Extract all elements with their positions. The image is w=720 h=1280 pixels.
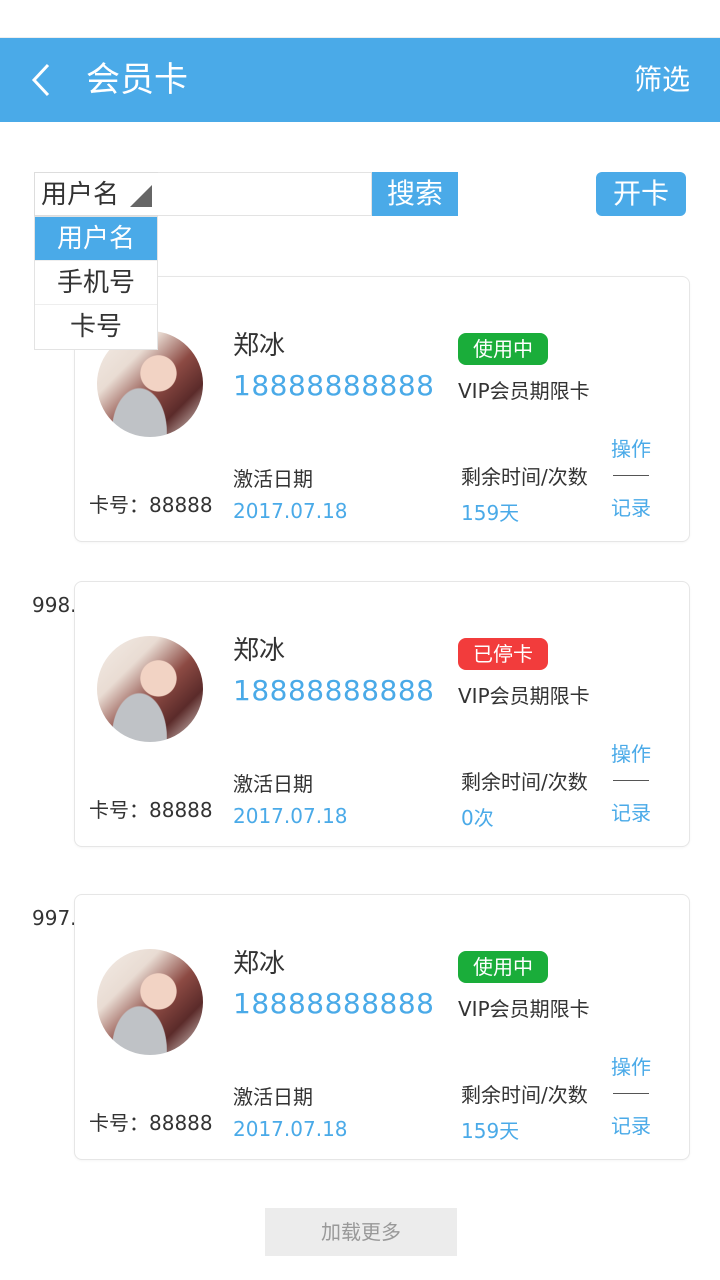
card-type: VIP会员期限卡 <box>458 379 590 403</box>
member-phone: 18888888888 <box>233 674 435 707</box>
load-more-button[interactable]: 加载更多 <box>265 1208 457 1256</box>
member-phone: 18888888888 <box>233 987 435 1020</box>
card-type: VIP会员期限卡 <box>458 684 590 708</box>
status-badge: 使用中 <box>458 951 548 983</box>
card-number: 卡号：88888 <box>89 798 213 822</box>
record-link[interactable]: 记录 <box>611 1110 651 1139</box>
remaining-label: 剩余时间/次数 <box>461 770 588 794</box>
back-button[interactable] <box>26 62 62 98</box>
record-link[interactable]: 记录 <box>611 492 651 521</box>
activate-date-label: 激活日期 <box>233 467 313 491</box>
remaining-value: 159天 <box>461 501 520 525</box>
member-phone: 18888888888 <box>233 369 435 402</box>
member-card[interactable]: 郑冰 18888888888 已停卡 VIP会员期限卡 卡号：88888 激活日… <box>74 581 690 847</box>
dropdown-option-username[interactable]: 用户名 <box>35 217 157 261</box>
dropdown-triangle-icon <box>130 185 152 207</box>
member-card[interactable]: 郑冰 18888888888 使用中 VIP会员期限卡 卡号：88888 激活日… <box>74 276 690 542</box>
member-name: 郑冰 <box>233 636 286 666</box>
member-name: 郑冰 <box>233 331 286 361</box>
member-card-item: 997. 郑冰 18888888888 使用中 VIP会员期限卡 卡号：8888… <box>0 894 720 1164</box>
card-number: 卡号：88888 <box>89 493 213 517</box>
avatar <box>97 949 203 1055</box>
card-number: 卡号：88888 <box>89 1111 213 1135</box>
avatar <box>97 636 203 742</box>
search-input[interactable] <box>158 172 372 216</box>
chevron-left-icon <box>31 63 50 97</box>
activate-date: 2017.07.18 <box>233 499 348 523</box>
operate-link[interactable]: 操作 <box>611 433 651 462</box>
remaining-label: 剩余时间/次数 <box>461 1083 588 1107</box>
dropdown-option-card-no[interactable]: 卡号 <box>35 305 157 349</box>
status-badge: 已停卡 <box>458 638 548 670</box>
divider <box>613 1093 649 1094</box>
search-type-selected: 用户名 <box>41 180 120 210</box>
remaining-value: 159天 <box>461 1119 520 1143</box>
app-header: 会员卡 筛选 <box>0 38 720 122</box>
divider <box>613 475 649 476</box>
status-badge: 使用中 <box>458 333 548 365</box>
status-bar <box>0 0 720 38</box>
member-card-item: 998. 郑冰 18888888888 已停卡 VIP会员期限卡 卡号：8888… <box>0 581 720 851</box>
page-title: 会员卡 <box>86 60 188 100</box>
activate-date-label: 激活日期 <box>233 1085 313 1109</box>
remaining-value: 0次 <box>461 806 494 830</box>
open-card-button[interactable]: 开卡 <box>596 172 686 216</box>
item-index: 998. <box>32 593 77 617</box>
member-name: 郑冰 <box>233 949 286 979</box>
item-index: 997. <box>32 906 77 930</box>
operate-link[interactable]: 操作 <box>611 738 651 767</box>
search-type-select[interactable]: 用户名 <box>34 172 158 216</box>
filter-button[interactable]: 筛选 <box>634 60 690 100</box>
member-card[interactable]: 郑冰 18888888888 使用中 VIP会员期限卡 卡号：88888 激活日… <box>74 894 690 1160</box>
dropdown-option-phone[interactable]: 手机号 <box>35 261 157 305</box>
operate-link[interactable]: 操作 <box>611 1051 651 1080</box>
activate-date: 2017.07.18 <box>233 804 348 828</box>
record-link[interactable]: 记录 <box>611 797 651 826</box>
search-type-dropdown: 用户名 手机号 卡号 <box>34 216 158 350</box>
activate-date: 2017.07.18 <box>233 1117 348 1141</box>
search-button[interactable]: 搜索 <box>372 172 458 216</box>
divider <box>613 780 649 781</box>
activate-date-label: 激活日期 <box>233 772 313 796</box>
card-type: VIP会员期限卡 <box>458 997 590 1021</box>
remaining-label: 剩余时间/次数 <box>461 465 588 489</box>
